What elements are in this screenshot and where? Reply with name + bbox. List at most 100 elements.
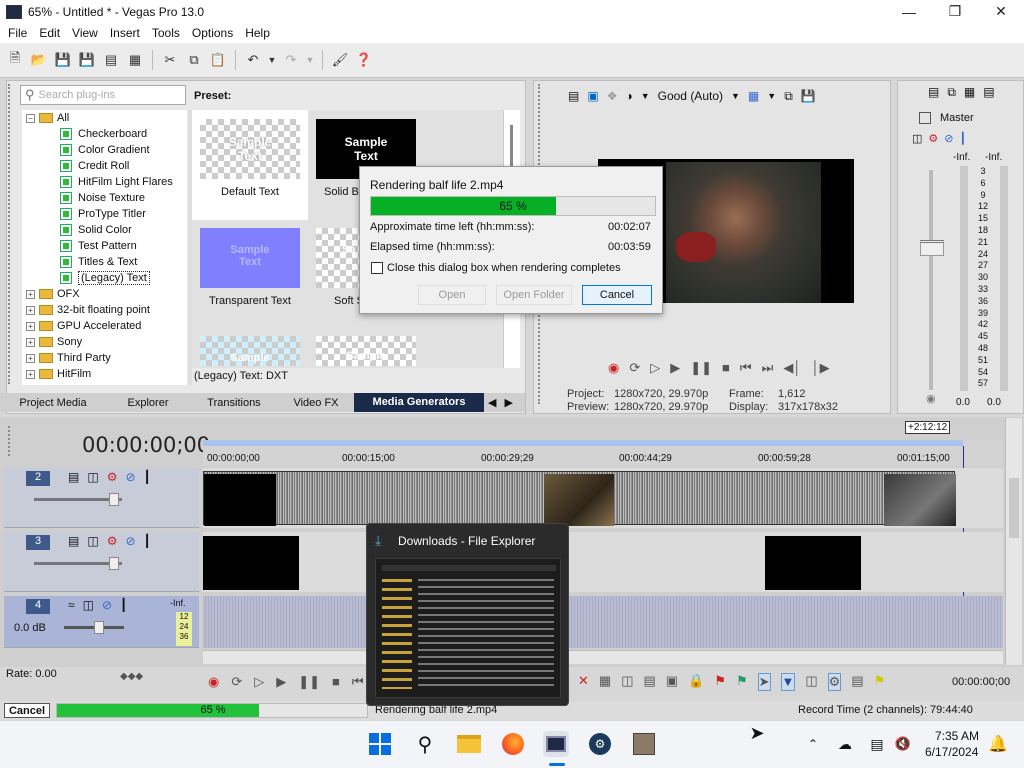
open-button[interactable]: Open (418, 285, 486, 305)
expand-icon[interactable]: + (26, 305, 35, 315)
taskbar-preview-popup[interactable]: ⤓ Downloads - File Explorer (366, 523, 569, 706)
bus-icon[interactable]: ◫ (83, 598, 94, 612)
lock-event-icon[interactable]: ▤ (644, 673, 656, 691)
tab-project-media[interactable]: Project Media (0, 397, 106, 409)
search-icon[interactable]: ⚲ (412, 731, 438, 757)
status-cancel-button[interactable]: Cancel (4, 703, 50, 718)
cancel-render-button[interactable]: Cancel (582, 285, 652, 305)
tree-item[interactable]: (Legacy) Text (22, 270, 187, 286)
tree-item[interactable]: +32-bit floating point (22, 302, 187, 318)
mixer-icon[interactable]: ▤ (983, 85, 994, 100)
mute-track-icon[interactable]: ⊘ (125, 534, 135, 548)
loop-region-bar[interactable] (203, 440, 963, 446)
timeline-grip[interactable] (8, 426, 14, 456)
compositing-icon[interactable]: ◫ (87, 534, 98, 548)
pause-icon[interactable]: ❚❚ (690, 360, 712, 378)
track-motion-icon[interactable]: ▤ (68, 534, 79, 548)
tree-item[interactable]: + HitFilm (22, 366, 187, 382)
solo-track-icon[interactable]: ┃ (144, 534, 151, 548)
preset-transparent-text[interactable]: Sample Text Transparent Text (192, 224, 308, 324)
maximize-button[interactable]: ❐ (932, 0, 978, 23)
pause-icon[interactable]: ❚❚ (298, 674, 320, 690)
windows-start-icon[interactable] (367, 731, 393, 757)
black-event[interactable] (765, 536, 861, 590)
play-icon[interactable]: ▶ (276, 674, 286, 690)
crossfade-icon[interactable]: ▤ (851, 673, 863, 691)
clock-date[interactable]: 6/17/2024 (925, 745, 978, 759)
lock-icon[interactable]: 🔒 (688, 673, 704, 691)
volume-slider[interactable] (64, 621, 124, 634)
preview-properties-icon[interactable]: ▤ (568, 89, 579, 103)
bus-fx-icon[interactable]: ◫ (912, 132, 922, 145)
go-to-end-icon[interactable]: ⏭ (762, 360, 774, 378)
tab-explorer[interactable]: Explorer (106, 397, 190, 409)
panel-grip[interactable] (8, 84, 14, 384)
new-project-icon[interactable]: 🗎 (4, 49, 26, 71)
stop-icon[interactable]: ■ (332, 674, 340, 690)
loop-playback-icon[interactable]: ⟳ (629, 360, 640, 378)
normal-edit-tool-icon[interactable]: ➤ (757, 673, 771, 691)
tree-item[interactable]: + GPU Accelerated (22, 318, 187, 334)
undo-icon[interactable]: ↶ (242, 49, 264, 71)
tree-item[interactable]: ProType Titler (22, 206, 187, 222)
tree-item[interactable]: HitFilm Light Flares (22, 174, 187, 190)
minimize-button[interactable]: — (886, 0, 932, 23)
overlays-dropdown-icon[interactable]: ▼ (767, 91, 776, 101)
save-snapshot-icon[interactable]: 💾 (801, 89, 816, 103)
render-brush-icon[interactable]: 🖌 (329, 49, 351, 71)
record-icon[interactable]: ◉ (608, 360, 619, 378)
delete-icon[interactable]: ✕ (578, 673, 589, 691)
play-icon[interactable]: ▶ (670, 360, 680, 378)
record-icon[interactable]: ◉ (208, 674, 219, 690)
show-hidden-icons-chevron[interactable]: ⌃ (800, 731, 826, 757)
tree-item[interactable]: Solid Color (22, 222, 187, 238)
track-level-slider[interactable] (34, 557, 122, 570)
overlays-icon[interactable]: ▦ (748, 89, 759, 103)
network-icon[interactable]: ▤ (864, 731, 890, 757)
master-fader-handle[interactable] (920, 240, 944, 256)
clock-time[interactable]: 7:35 AM (935, 729, 979, 743)
marker-icon[interactable]: ⚑ (714, 673, 726, 691)
mute-icon[interactable]: ⊘ (944, 132, 953, 145)
compositing-icon[interactable]: ◫ (87, 470, 98, 484)
solo-track-icon[interactable]: ┃ (144, 470, 151, 484)
audio-fx-icon[interactable]: ≈ (68, 598, 75, 612)
paste-icon[interactable]: 📋 (207, 49, 229, 71)
half-life-icon[interactable] (631, 731, 657, 757)
track-fx-icon[interactable]: ⚙ (107, 534, 118, 548)
tree-item[interactable]: + Sony (22, 334, 187, 350)
marker-flag-icon[interactable]: ⚑ (874, 673, 886, 691)
track-motion-icon[interactable]: ▤ (68, 470, 79, 484)
close-window-button[interactable]: ✕ (978, 0, 1024, 23)
open-folder-button[interactable]: Open Folder (496, 285, 572, 305)
menu-edit[interactable]: Edit (33, 26, 66, 40)
file-explorer-icon[interactable] (456, 731, 482, 757)
tree-item[interactable]: − All (22, 110, 187, 126)
expand-icon[interactable]: + (26, 369, 35, 379)
tab-transitions[interactable]: Transitions (190, 397, 278, 409)
next-frame-icon[interactable]: │▶ (811, 360, 829, 378)
copy-icon[interactable]: ⧉ (183, 49, 205, 71)
track-fx-icon[interactable]: ⚙ (107, 470, 118, 484)
redo-icon[interactable]: ↷ (280, 49, 302, 71)
external-monitor-icon[interactable]: ▣ (587, 89, 598, 103)
undo-dropdown-icon[interactable]: ▼ (266, 49, 278, 71)
close-when-done-checkbox[interactable] (371, 262, 383, 274)
menu-view[interactable]: View (66, 26, 104, 40)
firefox-icon[interactable] (500, 731, 526, 757)
tree-item[interactable]: Credit Roll (22, 158, 187, 174)
mute-track-icon[interactable]: ⊘ (125, 470, 135, 484)
track-lane-2[interactable] (203, 468, 1003, 528)
timeline-vscrollbar[interactable] (1005, 418, 1022, 665)
split-dropdown-icon[interactable]: ▼ (641, 91, 650, 101)
volume-muted-icon[interactable]: 🔇 (890, 731, 916, 757)
steam-icon[interactable]: ⚙ (587, 731, 613, 757)
properties-icon[interactable]: ▦ (124, 49, 146, 71)
split-screen-icon[interactable]: ◑ (625, 89, 632, 103)
audio-lane-4[interactable] (203, 596, 1003, 648)
notifications-bell-icon[interactable]: 🔔 (985, 731, 1011, 757)
go-to-start-icon[interactable]: ⏮ (352, 674, 364, 690)
render-as-icon[interactable]: ▤ (100, 49, 122, 71)
copy-snapshot-icon[interactable]: ⧉ (784, 89, 793, 104)
tree-item[interactable]: Test Pattern (22, 238, 187, 254)
